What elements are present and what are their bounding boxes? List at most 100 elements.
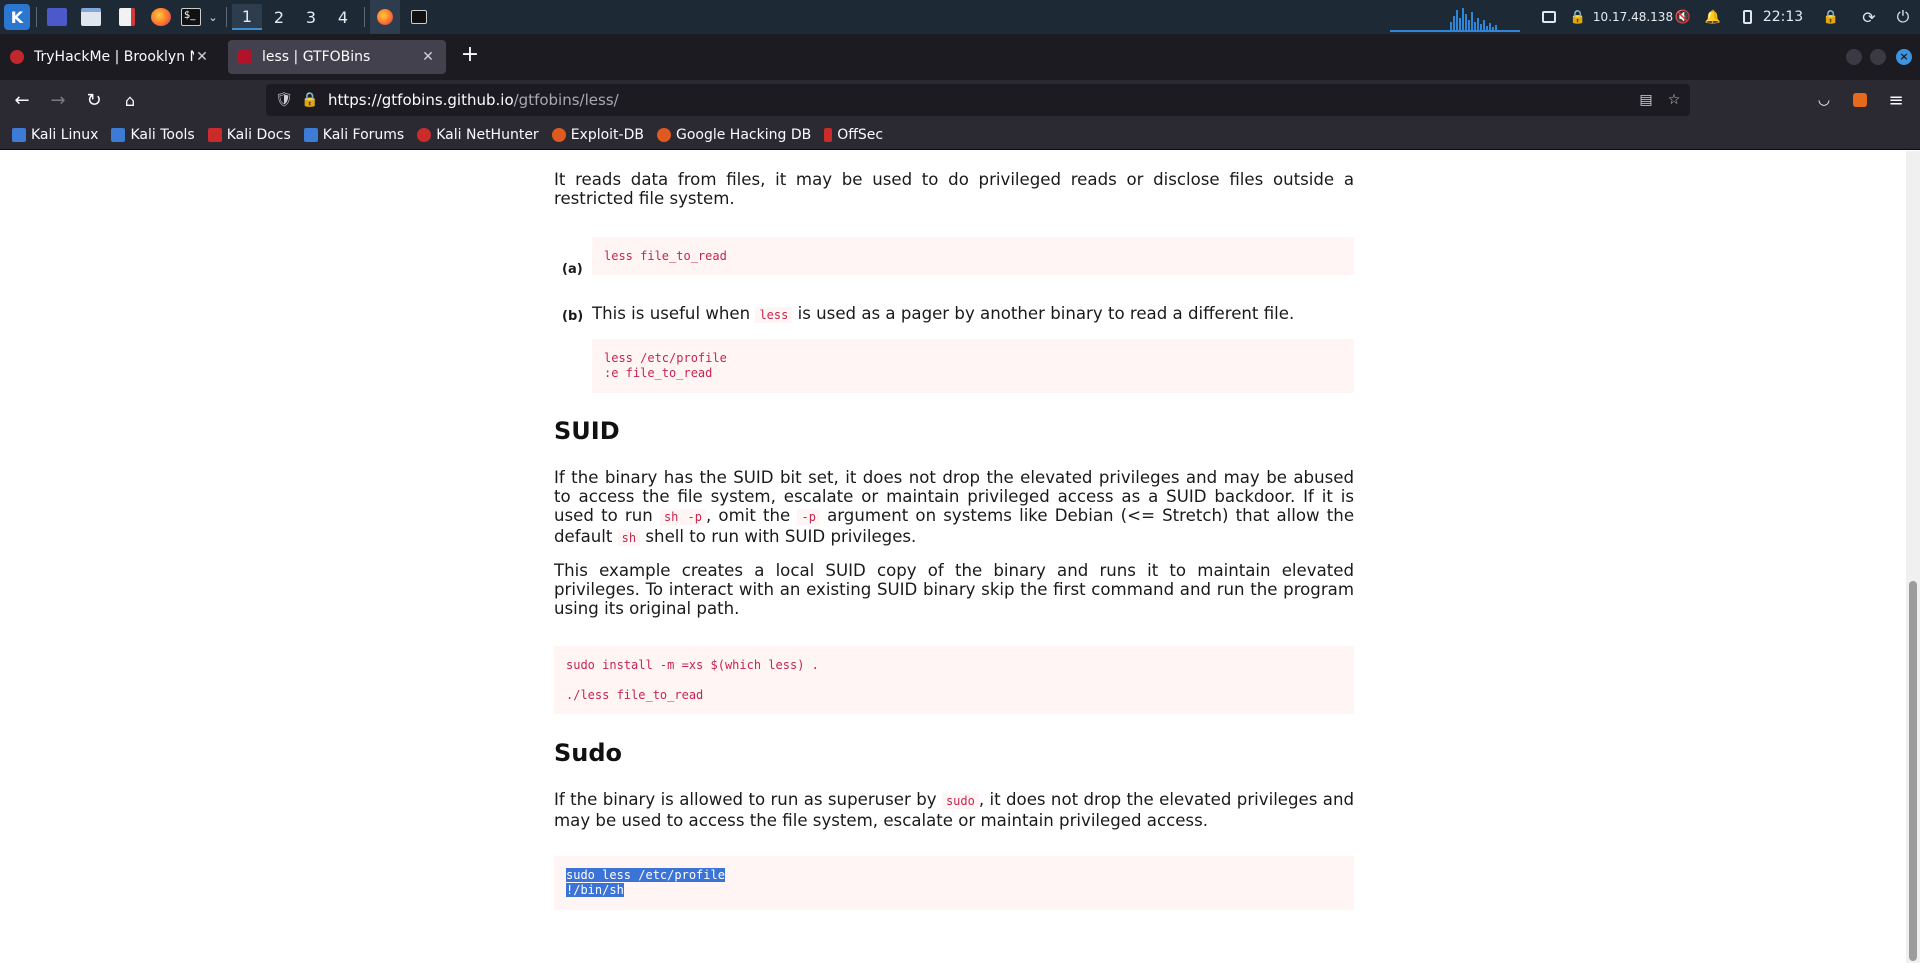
lock-icon: 🔒 (1822, 9, 1840, 25)
code-block-file-read-a[interactable]: less file_to_read (592, 237, 1354, 275)
file-manager-launcher[interactable] (78, 0, 104, 34)
bookmark-label: Kali Tools (130, 126, 195, 143)
text-editor-launcher[interactable] (114, 0, 140, 34)
network-activity-graph (1390, 8, 1520, 32)
code-block-file-read-b[interactable]: less /etc/profile :e file_to_read (592, 339, 1354, 393)
minimize-window-button[interactable] (1846, 49, 1862, 65)
panel-separator (226, 7, 227, 27)
url-path: /gtfobins/less/ (513, 91, 619, 109)
bookmark-offsec[interactable]: OffSec (824, 127, 883, 143)
kali-tools-icon (111, 127, 126, 142)
hamburger-menu-icon: ≡ (1888, 89, 1904, 111)
reload-button[interactable]: ↻ (80, 86, 108, 114)
bookmark-exploit-db[interactable]: Exploit-DB (551, 127, 644, 143)
clock[interactable]: 22:13 (1760, 0, 1806, 34)
suid-text: shell to run with SUID privileges. (645, 527, 917, 546)
reader-view-icon[interactable]: ▤ (1636, 90, 1656, 110)
power-icon[interactable]: ⏻ (1892, 0, 1914, 34)
panel-separator (364, 7, 365, 27)
firefox-icon (151, 8, 171, 26)
workspace-4[interactable]: 4 (328, 4, 358, 30)
bookmark-kali-tools[interactable]: Kali Tools (111, 126, 195, 143)
close-tab-icon[interactable]: ✕ (420, 49, 436, 65)
pocket-button[interactable]: ◡ (1810, 86, 1838, 114)
terminal-launcher[interactable]: $_ (178, 0, 204, 34)
bookmark-label: Google Hacking DB (675, 126, 812, 143)
code-block-sudo[interactable]: sudo less /etc/profile !/bin/sh (554, 856, 1354, 910)
example-label-b: (b) (562, 309, 584, 324)
bookmark-label: OffSec (837, 126, 884, 143)
chevron-down-icon: ⌄ (208, 10, 218, 24)
kali-dragon-icon (12, 127, 26, 142)
offsec-icon (824, 127, 833, 142)
firefox-launcher[interactable] (148, 0, 174, 34)
arrow-left-icon: ← (14, 89, 30, 111)
selected-code-text: !/bin/sh (566, 883, 624, 897)
workspace-2[interactable]: 2 (264, 4, 294, 30)
address-bar[interactable]: 🛡 🔒 https://gtfobins.github.io/gtfobins/… (266, 84, 1690, 116)
bookmark-kali-forums[interactable]: Kali Forums (303, 127, 404, 143)
kali-forums-icon (303, 127, 318, 142)
kali-menu-button[interactable]: K (2, 0, 32, 34)
terminal-icon: $_ (181, 8, 201, 26)
workspace-1[interactable]: 1 (232, 4, 262, 30)
back-button[interactable]: ← (8, 86, 36, 114)
taskbar-firefox-window[interactable] (370, 0, 400, 34)
suid-paragraph-2: This example creates a local SUID copy o… (554, 561, 1354, 618)
folder-icon (81, 8, 101, 26)
launcher-dropdown[interactable]: ⌄ (206, 0, 220, 34)
open-application-menu-button[interactable]: ≡ (1882, 86, 1910, 114)
workspace-3[interactable]: 3 (296, 4, 326, 30)
bookmark-label: Kali Linux (31, 126, 99, 143)
tab-title: less | GTFOBins (262, 49, 371, 65)
extension-button[interactable] (1846, 86, 1874, 114)
taskbar-terminal-window[interactable] (404, 0, 434, 34)
bookmark-google-hacking-db[interactable]: Google Hacking DB (656, 126, 812, 143)
display-settings-button[interactable] (1538, 0, 1560, 34)
browser-tab-strip: TryHackMe | Brooklyn Nine Nine ✕ less | … (0, 34, 1920, 80)
notification-bell-icon[interactable]: 🔔 (1702, 0, 1724, 34)
example-b-description: This is useful when less is used as a pa… (592, 304, 1354, 325)
lock-screen-button[interactable]: 🔒 (1820, 0, 1842, 34)
suid-heading: SUID (554, 417, 620, 445)
close-window-button[interactable]: × (1896, 49, 1912, 65)
ghdb-icon (656, 127, 671, 142)
show-desktop-button[interactable] (44, 0, 70, 34)
pocket-icon: ◡ (1817, 92, 1831, 108)
battery-icon[interactable] (1738, 0, 1756, 34)
tab-tryhackme[interactable]: TryHackMe | Brooklyn Nine Nine ✕ (0, 40, 220, 74)
tracking-protection-shield-icon[interactable]: 🛡 (274, 90, 294, 110)
inline-code-sh: sh (617, 530, 641, 546)
example-label-a: (a) (562, 262, 583, 277)
bookmark-kali-docs[interactable]: Kali Docs (207, 127, 291, 143)
page-scrollbar[interactable] (1906, 151, 1920, 963)
suid-text: , omit the (705, 506, 791, 525)
firefox-icon (377, 9, 393, 25)
selected-code-text: sudo less /etc/profile (566, 868, 725, 882)
tryhackme-favicon-icon (10, 50, 24, 64)
bookmark-kali-nethunter[interactable]: Kali NetHunter (417, 127, 539, 143)
forward-button[interactable]: → (44, 86, 72, 114)
home-button[interactable]: ⌂ (116, 86, 144, 114)
gtfobins-favicon-icon (238, 50, 252, 64)
panel-separator (36, 7, 37, 27)
url-text[interactable]: https://gtfobins.github.io/gtfobins/less… (328, 91, 619, 109)
bookmark-kali-linux[interactable]: Kali Linux (12, 127, 98, 143)
inline-code-less: less (755, 307, 793, 323)
scrollbar-thumb[interactable] (1909, 581, 1917, 961)
home-icon: ⌂ (124, 90, 136, 110)
code-line: sudo less /etc/profile (566, 868, 1342, 883)
volume-muted-icon[interactable]: 🔇 (1672, 0, 1694, 34)
new-tab-button[interactable]: + (458, 44, 482, 68)
tab-gtfobins-less[interactable]: less | GTFOBins ✕ (228, 40, 446, 74)
bookmark-star-icon[interactable]: ☆ (1664, 90, 1684, 110)
close-tab-icon[interactable]: ✕ (194, 49, 210, 65)
code-block-suid[interactable]: sudo install -m =xs $(which less) . ./le… (554, 646, 1354, 714)
vpn-status-icon[interactable]: 🔒 (1568, 0, 1588, 34)
b-text: This is useful when (592, 304, 751, 323)
refresh-icon[interactable]: ⟳ (1858, 0, 1880, 34)
code-line: :e file_to_read (604, 366, 713, 380)
maximize-window-button[interactable] (1870, 49, 1886, 65)
padlock-icon[interactable]: 🔒 (300, 90, 320, 110)
kali-docs-icon (207, 127, 222, 142)
